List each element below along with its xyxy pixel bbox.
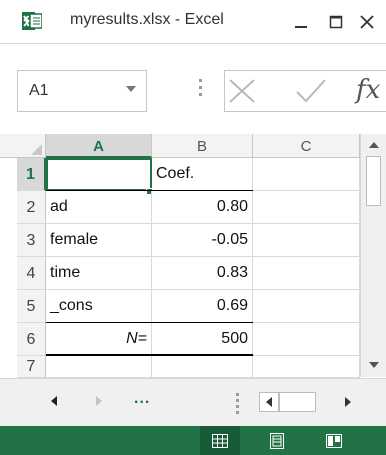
maximize-icon [329, 15, 343, 29]
triangle-left-icon [265, 397, 272, 407]
cell-b3[interactable]: -0.05 [152, 224, 253, 257]
triangle-right-icon [344, 397, 351, 407]
row-header-4[interactable]: 4 [17, 257, 46, 290]
close-button[interactable] [354, 10, 380, 34]
cell-a5[interactable]: _cons [46, 290, 152, 323]
page-layout-icon [270, 432, 284, 449]
name-box-value: A1 [29, 82, 49, 99]
more-sheets-button[interactable]: ... [134, 390, 150, 408]
cell-c6[interactable] [253, 323, 360, 356]
maximize-button[interactable] [323, 10, 349, 34]
cell-c3[interactable] [253, 224, 360, 257]
row-header-1[interactable]: 1 [17, 158, 46, 191]
cell-a7[interactable] [46, 356, 152, 378]
row-header-5[interactable]: 5 [17, 290, 46, 323]
page-break-preview-icon [326, 433, 342, 448]
scroll-down-button[interactable] [365, 356, 383, 374]
cell-b7[interactable] [152, 356, 253, 378]
status-bar [0, 426, 386, 455]
row-header-2[interactable]: 2 [17, 191, 46, 224]
excel-icon [22, 12, 42, 30]
name-box[interactable]: A1 [17, 70, 147, 112]
tab-split-handle[interactable] [236, 393, 239, 417]
cell-a3[interactable]: female [46, 224, 152, 257]
minimize-icon [295, 26, 307, 28]
page-layout-button[interactable] [257, 426, 297, 455]
window-title: myresults.xlsx - Excel [70, 11, 224, 28]
column-header-c[interactable]: C [253, 134, 360, 158]
cell-b2[interactable]: 0.80 [152, 191, 253, 224]
cell-a2[interactable]: ad [46, 191, 152, 224]
cell-b4[interactable]: 0.83 [152, 257, 253, 290]
select-all-button[interactable] [17, 134, 46, 158]
triangle-down-icon [369, 362, 379, 368]
cell-c7[interactable] [253, 356, 360, 378]
cell-b6[interactable]: 500 [152, 323, 253, 356]
formula-bar: A1 fx [0, 70, 386, 112]
confirm-entry-icon[interactable] [294, 77, 328, 105]
cancel-entry-icon[interactable] [227, 77, 257, 105]
row-header-3[interactable]: 3 [17, 224, 46, 257]
column-header-a[interactable]: A [46, 134, 152, 158]
vertical-scroll-thumb[interactable] [366, 156, 381, 206]
triangle-up-icon [369, 142, 379, 148]
scroll-right-button[interactable] [337, 392, 357, 412]
cell-c1[interactable] [253, 158, 360, 191]
column-header-row: A B C [0, 134, 360, 158]
column-header-b[interactable]: B [152, 134, 253, 158]
scroll-up-button[interactable] [365, 136, 383, 154]
chevron-down-icon[interactable] [126, 86, 136, 92]
cell-a6[interactable]: N= [46, 323, 152, 356]
select-all-triangle-icon [31, 144, 42, 155]
previous-sheet-icon[interactable] [50, 396, 58, 406]
formula-bar-resize-handle[interactable] [199, 79, 202, 101]
normal-view-button[interactable] [200, 426, 240, 455]
cell-a4[interactable]: time [46, 257, 152, 290]
minimize-button[interactable] [288, 10, 314, 34]
cell-c2[interactable] [253, 191, 360, 224]
sheet-tab-bar: ... [0, 378, 386, 426]
title-bar: myresults.xlsx - Excel [0, 0, 386, 44]
close-icon [360, 15, 374, 29]
cell-a1[interactable] [46, 158, 152, 191]
next-sheet-icon[interactable] [95, 396, 103, 406]
cell-b5[interactable]: 0.69 [152, 290, 253, 323]
row-header-7[interactable]: 7 [17, 356, 46, 378]
scroll-left-button[interactable] [259, 392, 279, 412]
normal-view-icon [212, 433, 228, 448]
cell-c5[interactable] [253, 290, 360, 323]
cell-c4[interactable] [253, 257, 360, 290]
page-break-preview-button[interactable] [314, 426, 354, 455]
insert-function-button[interactable]: fx [356, 75, 380, 105]
cell-b1[interactable]: Coef. [152, 158, 253, 191]
horizontal-scrollbar[interactable] [259, 392, 369, 412]
vertical-scrollbar[interactable] [360, 134, 386, 377]
horizontal-scroll-thumb[interactable] [279, 392, 316, 412]
row-header-6[interactable]: 6 [17, 323, 46, 356]
